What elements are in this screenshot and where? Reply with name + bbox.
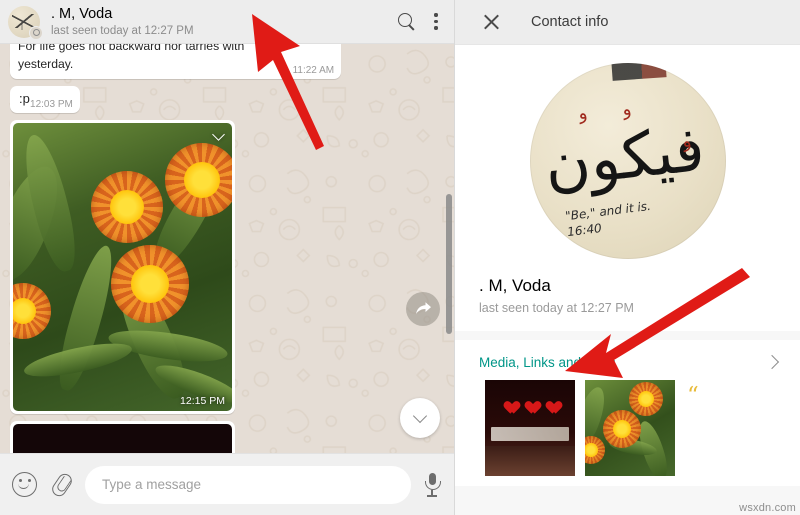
calligraphy-accent: و [575, 102, 589, 125]
message-row: :p 12:03 PM [10, 86, 440, 113]
media-links-docs-section: Media, Links and Docs “ [455, 340, 800, 486]
attach-paperclip-icon[interactable] [50, 472, 72, 497]
profile-photo[interactable]: كن فيكون و و و "Be," and it is. 16:40 [529, 63, 726, 259]
forward-message-button[interactable] [406, 292, 440, 326]
contact-info-pane: Contact info كن فيكون و و و "Be," and it… [455, 0, 800, 515]
chat-scrollbar-thumb[interactable] [446, 194, 452, 334]
flower-bloom [91, 171, 163, 243]
quote-mark-icon: “ [687, 383, 699, 409]
close-icon[interactable] [483, 14, 500, 31]
chat-header[interactable]: . M, Voda last seen today at 12:27 PM [0, 0, 454, 44]
profile-photo-caption: "Be," and it is. 16:40 [563, 198, 651, 240]
media-thumbnail-strip: “ [455, 380, 800, 476]
whatsapp-web-window: . M, Voda last seen today at 12:27 PM Fo… [0, 0, 800, 515]
message-image-night[interactable] [13, 424, 232, 453]
media-thumb-night-hearts[interactable] [485, 380, 575, 476]
scroll-to-bottom-button[interactable] [400, 398, 440, 438]
chat-pane: . M, Voda last seen today at 12:27 PM Fo… [0, 0, 455, 515]
messages-scroll-container[interactable]: For life goes not backward nor tarries w… [0, 44, 454, 453]
contact-info-header: Contact info [455, 0, 800, 45]
message-row: For life goes not backward nor tarries w… [10, 44, 440, 79]
photo-edge-artifact [611, 63, 667, 81]
emoji-icon[interactable] [12, 472, 37, 497]
media-thumb-quote[interactable]: “ [685, 380, 775, 476]
image-context-menu-chevron-icon[interactable] [210, 125, 228, 143]
flower-bloom [111, 245, 189, 323]
message-row: 12:15 PM [10, 120, 440, 414]
overflow-menu-icon [434, 13, 438, 30]
flower-bloom [165, 143, 232, 217]
search-icon [398, 12, 416, 31]
message-image-flowers[interactable]: 12:15 PM [13, 123, 232, 411]
avatar[interactable] [8, 5, 43, 40]
message-timestamp: 12:15 PM [180, 395, 225, 407]
forward-arrow-icon [415, 302, 431, 314]
flower-bloom [13, 283, 51, 339]
contact-info-body[interactable]: كن فيكون و و و "Be," and it is. 16:40 . … [455, 45, 800, 515]
search-button[interactable] [398, 12, 416, 31]
profile-name: . M, Voda [479, 276, 551, 295]
media-links-docs-row[interactable]: Media, Links and Docs [455, 340, 800, 380]
message-text: :p [19, 91, 30, 106]
message-composer [0, 453, 454, 515]
microphone-icon[interactable] [424, 472, 441, 498]
profile-last-seen: last seen today at 12:27 PM [479, 301, 634, 315]
message-timestamp: 12:03 PM [30, 99, 73, 110]
message-bubble-text[interactable]: For life goes not backward nor tarries w… [10, 44, 342, 79]
chat-title-block[interactable]: . M, Voda last seen today at 12:27 PM [51, 6, 398, 38]
avatar-status-badge [29, 25, 43, 40]
chat-header-actions [398, 12, 438, 31]
calligraphy-accent: و [619, 98, 633, 121]
message-timestamp: 11:22 AM [292, 65, 335, 76]
chat-contact-name: . M, Voda [51, 5, 113, 22]
media-thumb-flowers[interactable] [585, 380, 675, 476]
message-list[interactable]: For life goes not backward nor tarries w… [0, 44, 454, 453]
media-links-docs-label: Media, Links and Docs [479, 355, 616, 370]
site-watermark: wsxdn.com [739, 502, 796, 514]
contact-info-title: Contact info [531, 14, 609, 30]
menu-button[interactable] [434, 13, 438, 30]
message-bubble-emoticon[interactable]: :p 12:03 PM [10, 86, 80, 113]
profile-block: كن فيكون و و و "Be," and it is. 16:40 . … [455, 45, 800, 331]
chat-last-seen-status: last seen today at 12:27 PM [51, 24, 194, 37]
message-row [10, 421, 440, 453]
message-input[interactable] [85, 465, 411, 504]
message-bubble-image[interactable]: 12:15 PM [10, 120, 235, 414]
chevron-right-icon[interactable] [767, 357, 778, 368]
message-text: For life goes not backward nor tarries w… [18, 44, 245, 71]
message-bubble-image[interactable] [10, 421, 235, 453]
